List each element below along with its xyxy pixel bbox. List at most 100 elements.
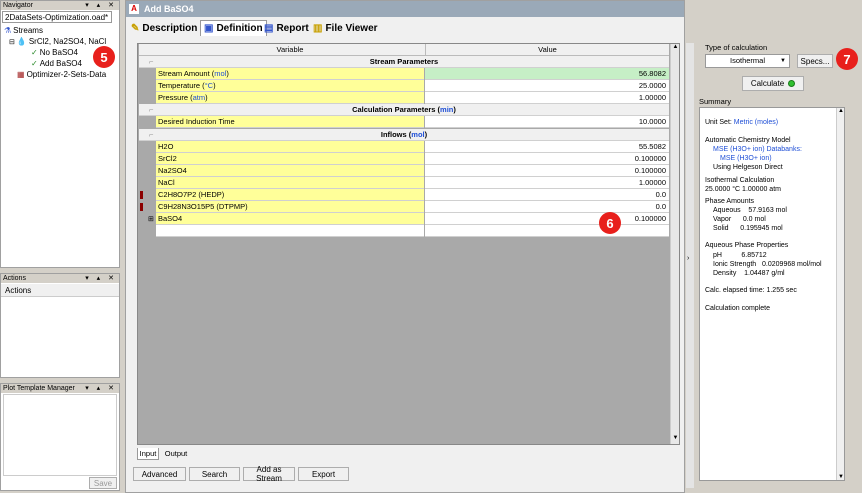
scroll-down-icon[interactable]: ▼ xyxy=(837,474,845,480)
value-cell[interactable]: 1.00000 xyxy=(425,177,669,189)
summary-helgeson: Using Helgeson Direct xyxy=(713,164,783,171)
value-cell[interactable]: 56.8082 xyxy=(425,68,669,80)
collapse-icon[interactable]: ⊟ xyxy=(9,38,15,46)
collapse-chevron-icon[interactable]: ⌐ xyxy=(149,129,153,141)
var-unit: mol xyxy=(214,69,227,78)
table-row: NaCl 1.00000 xyxy=(139,177,669,189)
plot-template-panel: Plot Template Manager ▾ ▴ ✕ Save xyxy=(0,383,120,491)
summary-acm-db1[interactable]: MSE (H3O+ ion) Databanks: xyxy=(713,146,802,153)
tab-description-label: Description xyxy=(142,22,198,34)
var-name: Stream Amount ( xyxy=(158,69,215,78)
panel-splitter[interactable]: › xyxy=(686,43,694,488)
row-marker-icon xyxy=(140,191,143,199)
tab-input[interactable]: Input xyxy=(137,448,159,460)
var-name: Temperature ( xyxy=(158,81,205,90)
section-inflows-suffix: ) xyxy=(424,130,428,139)
tab-definition[interactable]: ▣ Definition xyxy=(200,20,267,36)
plot-template-list[interactable] xyxy=(3,394,117,476)
var-suffix: ) xyxy=(205,93,208,102)
summary-elapsed: Calc. elapsed time: 1.255 sec xyxy=(705,287,797,294)
calc-check-icon: ✓ xyxy=(31,48,38,57)
summary-aq-title: Aqueous Phase Properties xyxy=(705,242,789,249)
variable-cell: C9H28N3O15P5 (DTPMP) xyxy=(156,201,424,213)
value-cell[interactable]: 1.00000 xyxy=(425,92,669,104)
summary-acm-title: Automatic Chemistry Model xyxy=(705,137,791,144)
variable-cell[interactable] xyxy=(156,225,424,237)
unit-set-prefix: Unit Set: xyxy=(705,119,734,126)
specs-button[interactable]: Specs... xyxy=(797,54,833,68)
value-cell[interactable]: 55.5082 xyxy=(425,141,669,153)
summary-ionic: Ionic Strength 0.0209968 mol/mol xyxy=(713,261,822,268)
value-cell[interactable]: 10.0000 xyxy=(425,116,669,128)
summary-vapor: Vapor 0.0 mol xyxy=(713,216,766,223)
mixture-label: SrCl2, Na2SO4, NaCl xyxy=(28,37,107,46)
value-cell[interactable]: 0.0 xyxy=(425,189,669,201)
panel-controls-icon[interactable]: ▾ ▴ ✕ xyxy=(85,384,117,393)
scroll-down-icon[interactable]: ▼ xyxy=(671,435,680,444)
window-title: Add BaSO4 xyxy=(144,4,194,14)
col-value-header: Value xyxy=(425,44,669,56)
expand-icon[interactable]: ⊞ xyxy=(148,215,154,223)
value-cell[interactable] xyxy=(425,225,669,237)
var-name: Pressure ( xyxy=(158,93,193,102)
section-stream-label: Stream Parameters xyxy=(369,57,439,66)
plot-template-title-bar: Plot Template Manager ▾ ▴ ✕ xyxy=(1,384,119,393)
var-suffix: ) xyxy=(226,69,229,78)
section-inflows[interactable]: ⌐ Inflows (mol) xyxy=(139,129,669,141)
calc-type-select[interactable]: Isothermal ▼ xyxy=(705,54,790,68)
tree-item-mixture[interactable]: ⊟ 💧 SrCl2, Na2SO4, NaCl xyxy=(9,37,106,46)
advanced-button[interactable]: Advanced xyxy=(133,467,186,481)
section-inflows-unit: mol xyxy=(411,130,425,139)
add-as-stream-button[interactable]: Add as Stream xyxy=(243,465,295,483)
value-cell[interactable]: 0.100000 xyxy=(425,213,669,225)
droplet-icon: 💧 xyxy=(16,37,27,46)
chevron-down-icon[interactable]: ▼ xyxy=(780,55,786,67)
table-row: ⊞ BaSO4 0.100000 xyxy=(139,213,669,225)
collapse-chevron-icon[interactable]: ⌐ xyxy=(149,56,153,68)
collapse-chevron-icon[interactable]: ⌐ xyxy=(149,104,153,116)
pencil-icon: ✎ xyxy=(131,22,140,34)
grid-scrollbar[interactable]: ▲ ▼ xyxy=(670,44,679,444)
scroll-up-icon[interactable]: ▲ xyxy=(671,44,680,53)
table-row: SrCl2 0.100000 xyxy=(139,153,669,165)
section-calc-unit: min xyxy=(440,105,454,114)
tab-report[interactable]: ▤ Report xyxy=(264,20,309,36)
export-button[interactable]: Export xyxy=(298,467,349,481)
calc-type-value: Isothermal xyxy=(729,56,765,65)
tree-item-streams[interactable]: ⚗ Streams xyxy=(4,26,43,35)
variable-cell: Desired Induction Time xyxy=(156,116,424,128)
collapse-arrow-icon[interactable]: › xyxy=(687,255,689,262)
tab-file-viewer[interactable]: ▥ File Viewer xyxy=(313,20,378,36)
tab-description[interactable]: ✎ Description xyxy=(131,20,197,36)
file-tab[interactable]: 2DataSets-Optimization.oad* xyxy=(2,11,112,23)
panel-controls-icon[interactable]: ▾ ▴ ✕ xyxy=(85,274,117,283)
calculate-button[interactable]: Calculate xyxy=(742,76,804,91)
section-stream-parameters[interactable]: ⌐ Stream Parameters xyxy=(139,56,669,68)
callout-badge-7: 7 xyxy=(836,48,858,70)
actions-title: Actions xyxy=(3,275,26,282)
save-button[interactable]: Save xyxy=(89,477,117,489)
value-cell[interactable]: 0.0 xyxy=(425,201,669,213)
table-row-empty xyxy=(139,225,669,237)
plot-template-title: Plot Template Manager xyxy=(3,385,75,392)
actions-title-bar: Actions ▾ ▴ ✕ xyxy=(1,274,119,283)
value-cell[interactable]: 0.100000 xyxy=(425,165,669,177)
tree-item-optimizer[interactable]: ▦ Optimizer-2-Sets-Data xyxy=(17,70,106,79)
summary-scrollbar[interactable]: ▲ ▼ xyxy=(836,108,844,480)
value-cell[interactable]: 0.100000 xyxy=(425,153,669,165)
tree-item-add-baso4[interactable]: ✓ Add BaSO4 xyxy=(31,59,82,68)
variable-cell: Na2SO4 xyxy=(156,165,424,177)
summary-acm-db2[interactable]: MSE (H3O+ ion) xyxy=(720,155,772,162)
summary-aqueous: Aqueous 57.9163 mol xyxy=(713,207,787,214)
section-calculation-parameters[interactable]: ⌐ Calculation Parameters (min) xyxy=(139,104,669,116)
calculate-label: Calculate xyxy=(750,79,785,88)
tab-output[interactable]: Output xyxy=(162,448,190,460)
search-button[interactable]: Search xyxy=(189,467,240,481)
tree-item-no-baso4[interactable]: ✓ No BaSO4 xyxy=(31,48,78,57)
value-cell[interactable]: 25.0000 xyxy=(425,80,669,92)
unit-set-link[interactable]: Metric (moles) xyxy=(734,119,778,126)
panel-controls-icon[interactable]: ▾ ▴ ✕ xyxy=(85,1,117,10)
scroll-up-icon[interactable]: ▲ xyxy=(837,108,845,114)
variable-cell: BaSO4 xyxy=(156,213,424,225)
optimizer-label: Optimizer-2-Sets-Data xyxy=(26,70,107,79)
